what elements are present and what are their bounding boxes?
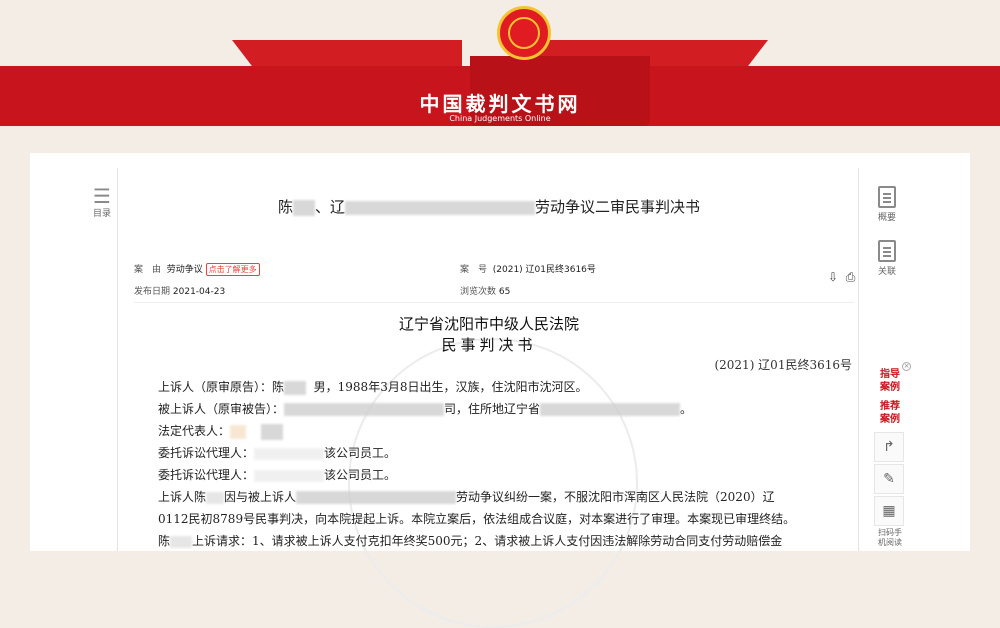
site-header: 中国裁判文书网 China Judgements Online (0, 0, 1000, 128)
share-icon[interactable]: ↱ (874, 432, 904, 462)
case-intro-line: 上诉人陈 因与被上诉人 劳动争议纠纷一案，不服沈阳市浑南区人民法院（2020）辽 (158, 490, 775, 504)
agent-line-1: 委托诉讼代理人： 该公司员工。 (158, 446, 397, 460)
appellee-line: 被上诉人（原审被告）： 司，住所地辽宁省。 (158, 402, 693, 416)
document-title: 陈、辽 劳动争议二审民事判决书 (277, 198, 701, 216)
meta-divider (134, 302, 854, 303)
edit-icon[interactable]: ✎ (874, 464, 904, 494)
learn-more-tag[interactable]: 点击了解更多 (205, 263, 260, 276)
related-icon (878, 240, 896, 262)
summary-label: 概要 (877, 213, 896, 223)
agent-line-2: 委托诉讼代理人： 该公司员工。 (158, 468, 397, 482)
summary-icon (878, 186, 896, 208)
guide-cases-link[interactable]: 指导 案例 (874, 368, 906, 394)
judgment-document: 陈、辽 劳动争议二审民事判决书 案 由 劳动争议 点击了解更多 案 号 (2021… (117, 168, 859, 628)
site-subtitle: China Judgements Online (449, 114, 551, 123)
doc-tools: ⇩ ⎙ (828, 270, 855, 285)
print-icon[interactable]: ⎙ (846, 270, 856, 284)
meta-views: 浏览次数 65 (460, 287, 511, 297)
related-label: 关联 (877, 267, 896, 277)
appellant-line: 上诉人（原审原告）：陈 男，1988年3月8日出生，汉族，住沈阳市沈河区。 (158, 380, 588, 395)
court-name: 辽宁省沈阳市中级人民法院 (398, 315, 579, 333)
site-title: 中国裁判文书网 (419, 92, 581, 116)
meta-cause: 案 由 劳动争议 点击了解更多 (134, 262, 260, 276)
case-intro-line-2: 0112民初8789号民事判决，向本院提起上诉。本院立案后，依法组成合议庭，对本… (158, 512, 796, 526)
related-button[interactable]: 关联 (874, 240, 900, 277)
scan-label: 扫码手 机阅读 (878, 528, 902, 547)
qr-code-icon[interactable]: ▦ (874, 496, 904, 526)
download-icon[interactable]: ⇩ (828, 270, 838, 284)
toc-button[interactable]: ☰ 目录 (88, 186, 116, 219)
court-emblem-icon (497, 6, 551, 60)
toc-label: 目录 (92, 209, 111, 219)
document-type: 民事判决书 (441, 336, 537, 354)
legal-rep-line: 法定代表人： (158, 422, 284, 440)
meta-publish-date: 发布日期 2021-04-23 (134, 287, 226, 297)
recommended-cases-link[interactable]: 推荐 案例 (874, 400, 906, 426)
floating-sidebar: 指导 案例 推荐 案例 ↱ ✎ ▦ 扫码手 机阅读 (874, 368, 906, 548)
meta-case-number: 案 号 (2021) 辽01民终3616号 (460, 265, 596, 275)
list-icon: ☰ (93, 184, 111, 208)
case-number: (2021) 辽01民终3616号 (714, 358, 852, 372)
summary-button[interactable]: 概要 (874, 186, 900, 223)
claims-line: 陈上诉请求：1、请求被上诉人支付克扣年终奖500元；2、请求被上诉人支付因违法解… (158, 534, 783, 548)
